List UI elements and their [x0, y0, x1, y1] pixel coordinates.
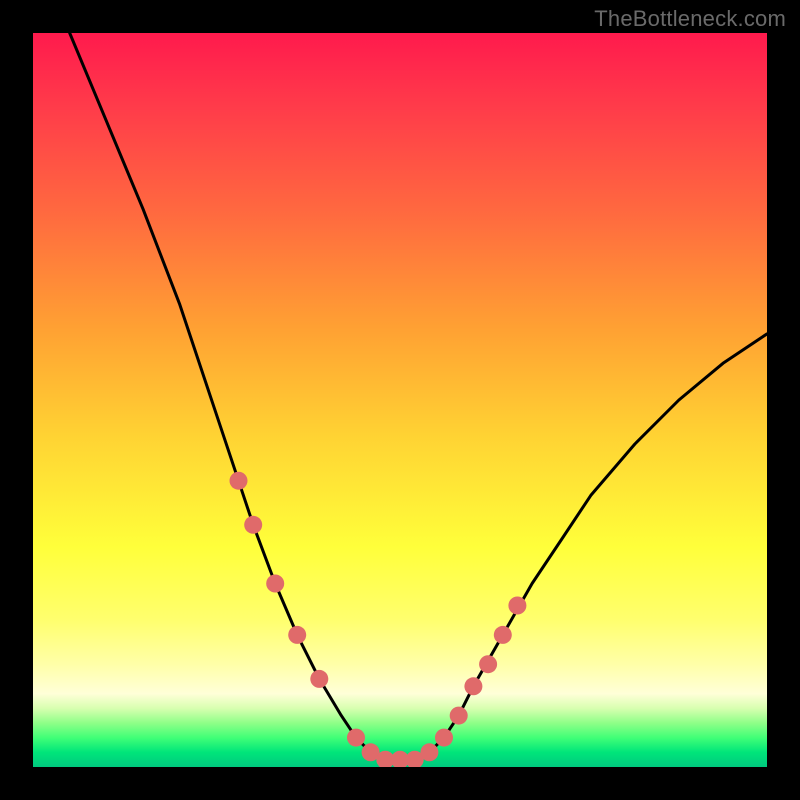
marker-dot: [230, 472, 248, 490]
marker-dot: [450, 707, 468, 725]
marker-dot: [479, 655, 497, 673]
marker-dot: [435, 729, 453, 747]
marker-dot: [244, 516, 262, 534]
marker-group: [230, 472, 527, 767]
marker-dot: [266, 575, 284, 593]
watermark: TheBottleneck.com: [594, 6, 786, 32]
marker-dot: [347, 729, 365, 747]
chart-frame: TheBottleneck.com: [0, 0, 800, 800]
marker-dot: [494, 626, 512, 644]
marker-dot: [288, 626, 306, 644]
curve-line: [70, 33, 767, 760]
curve-svg: [33, 33, 767, 767]
plot-area: [33, 33, 767, 767]
bottleneck-curve: [70, 33, 767, 760]
marker-dot: [420, 743, 438, 761]
marker-dot: [464, 677, 482, 695]
marker-dot: [310, 670, 328, 688]
marker-dot: [508, 597, 526, 615]
